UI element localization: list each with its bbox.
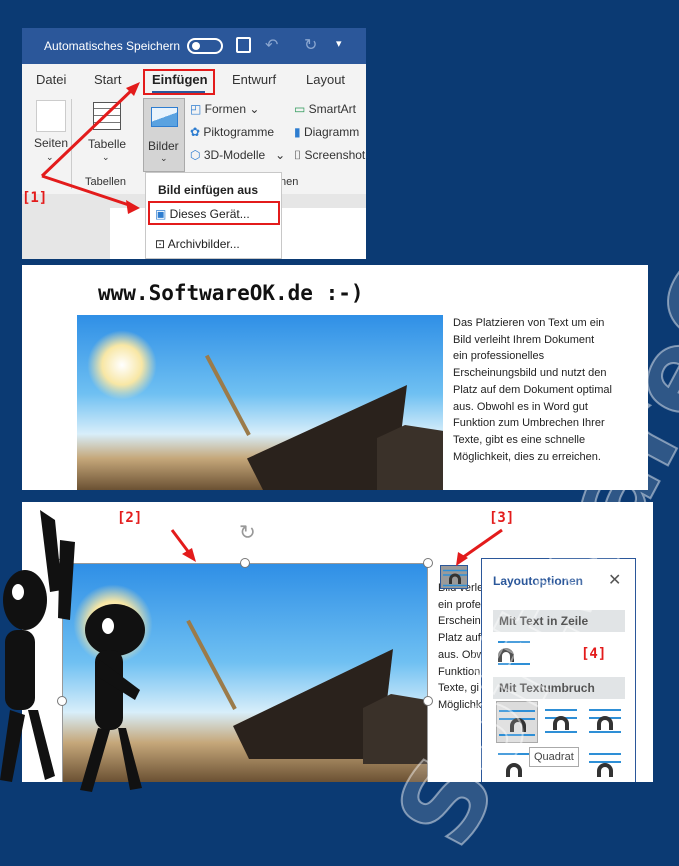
- word-ribbon-screenshot: Automatisches Speichern ↶ ↻ ▾ Datei Star…: [22, 28, 366, 259]
- document-example: www.SoftwareOK.de :-) Das Platzieren von…: [22, 265, 648, 490]
- wrapped-text[interactable]: Das Platzieren von Text um ein Bild verle…: [453, 315, 612, 465]
- shipwreck-image: [77, 315, 443, 490]
- annotation-arrows: [40, 82, 140, 214]
- mascot-silhouette: [0, 510, 145, 792]
- site-title: www.SoftwareOK.de :-): [98, 281, 364, 305]
